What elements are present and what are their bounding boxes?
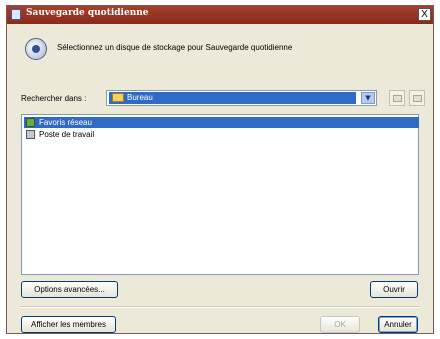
open-button[interactable]: Ouvrir [370,281,418,298]
new-folder-button[interactable] [409,90,425,106]
file-list[interactable]: Favoris réseau Poste de travail [21,114,419,275]
my-computer-icon [26,130,35,139]
show-members-button[interactable]: Afficher les membres [21,316,116,333]
dialog-window: Sauvegarde quotidienne X Sélectionnez un… [6,5,434,334]
list-item-label: Favoris réseau [39,118,92,127]
backup-disk-icon [25,38,47,60]
list-item-poste-de-travail[interactable]: Poste de travail [24,129,97,140]
folder-up-icon [393,95,402,102]
folder-up-button[interactable] [389,90,405,106]
chevron-down-icon[interactable]: ▼ [361,92,375,104]
advanced-options-button[interactable]: Options avancées... [21,281,118,298]
close-button[interactable]: X [418,8,431,21]
app-icon [11,9,21,20]
title-bar[interactable]: Sauvegarde quotidienne X [7,6,433,24]
network-places-icon [26,118,35,127]
list-item-favoris-reseau[interactable]: Favoris réseau [24,117,419,128]
instruction-text: Sélectionnez un disque de stockage pour … [57,43,293,52]
ok-button[interactable]: OK [320,316,360,333]
list-item-label: Poste de travail [39,130,95,139]
cancel-button[interactable]: Annuler [378,316,418,333]
look-in-selected: Bureau [109,92,356,104]
new-folder-icon [413,95,422,102]
divider [21,306,419,308]
look-in-combobox[interactable]: Bureau ▼ [106,90,377,106]
look-in-value: Bureau [127,93,153,102]
search-in-label: Rechercher dans : [21,94,87,103]
desktop-folder-icon [112,93,124,102]
window-title: Sauvegarde quotidienne [26,8,149,18]
